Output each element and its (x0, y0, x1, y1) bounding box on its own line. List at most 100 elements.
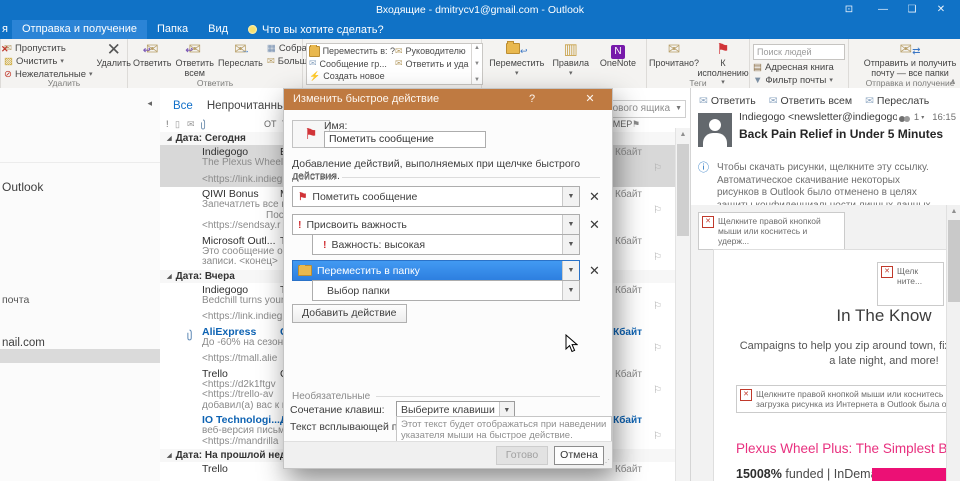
send-receive-button[interactable]: ✉⇄ Отправить и получить почту — все папк… (852, 41, 960, 78)
tab-view[interactable]: Вид (198, 20, 238, 39)
tab-folder[interactable]: Папка (147, 20, 198, 39)
dropdown-icon[interactable]: ▼ (562, 281, 579, 300)
ribbon-group-find: Поиск людей ▤Адресная книга ▼Фильтр почт… (750, 39, 849, 88)
reading-pane-scrollbar[interactable]: ▲ (946, 205, 960, 481)
blocked-image-placeholder[interactable]: ✕ Щелкните правой кнопкой мыши или косни… (698, 212, 845, 250)
dropdown-icon[interactable]: ▼ (562, 215, 579, 234)
tab-all-mail[interactable]: Все (173, 100, 193, 112)
name-input[interactable]: Пометить сообщение (324, 131, 486, 148)
column-item-type-icon[interactable]: ▯ (175, 119, 180, 130)
group-label-tags: Теги (647, 78, 749, 88)
help-icon[interactable]: ? (524, 89, 540, 110)
tell-me-box[interactable]: Что вы хотите сделать? (238, 24, 394, 36)
onenote-button[interactable]: N OneNote (593, 41, 643, 69)
minimize-icon[interactable]: — (872, 0, 894, 20)
address-book-button[interactable]: ▤Адресная книга (753, 63, 845, 73)
reply-all-link[interactable]: ✉Ответить всем (769, 95, 852, 107)
quick-step-reply-delete[interactable]: ✉Ответить и уда... (395, 58, 469, 71)
message-list-scrollbar[interactable]: ▲ (675, 128, 690, 481)
action-select-set-importance[interactable]: !Присвоить важность ▼ (292, 214, 580, 235)
done-button[interactable]: Готово (496, 446, 548, 465)
ignore-button[interactable]: ✉✕Пропустить (4, 44, 93, 54)
expand-triangle-icon: ◢ (167, 453, 172, 459)
message-sender: Indiegogo (202, 284, 248, 296)
folder-choice-select[interactable]: Выбор папки ▼ (312, 280, 580, 301)
quick-step-team-email[interactable]: ✉Сообщение гр... (309, 58, 395, 71)
dropdown-icon[interactable]: ▼ (562, 261, 579, 280)
reply-all-icon: ✉↩ (188, 41, 201, 59)
reply-all-button[interactable]: ✉↩ Ответить всем (173, 41, 215, 78)
quick-steps-scroll[interactable]: ▲▼▼ (471, 44, 482, 84)
cancel-button[interactable]: Отмена (554, 446, 604, 465)
scrollbar-thumb[interactable] (948, 220, 960, 302)
tab-home-cut[interactable]: я (0, 20, 12, 39)
delete-action-icon[interactable]: ✕ (589, 189, 600, 205)
search-people-input[interactable]: Поиск людей (753, 44, 845, 60)
folder-item-account[interactable]: nail.com (2, 337, 45, 349)
cleanup-button[interactable]: ▨Очистить▾ (4, 57, 93, 67)
column-attachment-icon[interactable] (200, 119, 206, 132)
placeholder-text: Щелк ните... (897, 266, 922, 286)
recipients-badge[interactable]: 1▾ (898, 112, 924, 123)
attachment-icon (186, 328, 193, 346)
close-icon[interactable]: ✕ (582, 89, 598, 110)
folder-item-mail[interactable]: почта (2, 294, 29, 306)
dropdown-icon[interactable]: ▼ (562, 187, 579, 206)
folder-item-outlook[interactable]: Outlook (2, 180, 43, 194)
scroll-up-icon[interactable]: ▲ (947, 205, 960, 218)
reply-link[interactable]: ✉Ответить (699, 95, 756, 107)
read-unread-button[interactable]: ✉ Прочитано? (650, 41, 698, 69)
meeting-icon: ▦ (267, 44, 276, 54)
importance-icon: ! (298, 219, 302, 231)
flag-icon: ⚑ (298, 191, 307, 203)
group-label-delete: Удалить (1, 78, 127, 88)
action-select-move-to-folder[interactable]: Переместить в папку ▼ (292, 260, 580, 281)
column-flag-icon[interactable]: ⚑ (632, 119, 640, 130)
restore-icon[interactable]: ❑ (901, 0, 923, 20)
message-sender: Trello (202, 368, 228, 380)
mail-filter-button[interactable]: ▼Фильтр почты▾ (753, 76, 845, 86)
dialog-title: Изменить быстрое действие (293, 93, 439, 105)
scrollbar-thumb[interactable] (677, 144, 689, 236)
reading-pane: ✉Ответить ✉Ответить всем ✉Переслать Indi… (690, 88, 960, 481)
add-action-button[interactable]: Добавить действие (292, 304, 407, 323)
blocked-image-placeholder[interactable]: ✕ Щелк ните... (877, 262, 944, 306)
ribbon-tab-row: я Отправка и получение Папка Вид Что вы … (0, 20, 960, 39)
collapse-folder-pane-icon[interactable]: ◂ (147, 98, 152, 109)
message-body: ✕ Щелкните правой кнопкой мыши или косни… (691, 205, 960, 481)
column-reminder-icon[interactable]: ✉ (187, 119, 195, 130)
cleanup-icon: ▨ (4, 57, 13, 67)
campaign-title-link[interactable]: Plexus Wheel Plus: The Simplest Back (736, 441, 960, 456)
forward-link[interactable]: ✉Переслать (865, 95, 929, 107)
column-from[interactable]: ОТ (264, 119, 277, 129)
ribbon-group-respond: ✉↩ Ответить ✉↩ Ответить всем ✉→ Переслат… (128, 39, 303, 88)
quick-step-create-new[interactable]: ⚡Создать новое (309, 70, 395, 83)
action-select-flag-message[interactable]: ⚑Пометить сообщение ▼ (292, 186, 580, 207)
close-icon[interactable]: ✕ (930, 0, 952, 20)
tab-send-receive[interactable]: Отправка и получение (12, 20, 147, 39)
rules-button[interactable]: ▥ Правила▾ (549, 41, 593, 78)
move-button[interactable]: ↩ Переместить▾ (485, 41, 549, 78)
outlook-window: { "window": { "title": "Входящие - dmitr… (0, 0, 960, 481)
forward-button[interactable]: ✉→ Переслать (216, 41, 265, 69)
email-body-line: Campaigns to help you zip around town, f… (714, 339, 960, 354)
expand-triangle-icon: ◢ (167, 274, 172, 280)
folder-item-selected[interactable] (0, 349, 160, 363)
blocked-image-placeholder[interactable]: ✕ Щелкните правой кнопкой мыши или косни… (736, 385, 960, 413)
collapse-ribbon-icon[interactable]: ∧ (950, 77, 956, 86)
tab-unread-mail[interactable]: Непрочитанные (207, 100, 292, 112)
delete-action-icon[interactable]: ✕ (589, 217, 600, 233)
resize-grip[interactable]: ⋰ (602, 458, 610, 467)
column-importance[interactable]: ! (166, 119, 169, 129)
importance-value-select[interactable]: !Важность: высокая ▼ (312, 234, 580, 255)
reply-button[interactable]: ✉↩ Ответить (131, 41, 173, 69)
dropdown-icon[interactable]: ▼ (562, 235, 579, 254)
scroll-up-icon[interactable]: ▲ (676, 128, 690, 142)
delete-action-icon[interactable]: ✕ (589, 263, 600, 279)
search-scope-dropdown-icon[interactable]: ▼ (672, 101, 685, 117)
quick-step-to-manager[interactable]: ✉Руководителю (395, 45, 469, 58)
ribbon-display-options-icon[interactable]: ⊡ (838, 0, 860, 20)
sender-address: Indiegogo <newsletter@indiegogo.r (739, 111, 897, 123)
quick-step-move-to[interactable]: Переместить в: ? (309, 45, 395, 58)
info-icon: ⓘ (698, 162, 709, 175)
